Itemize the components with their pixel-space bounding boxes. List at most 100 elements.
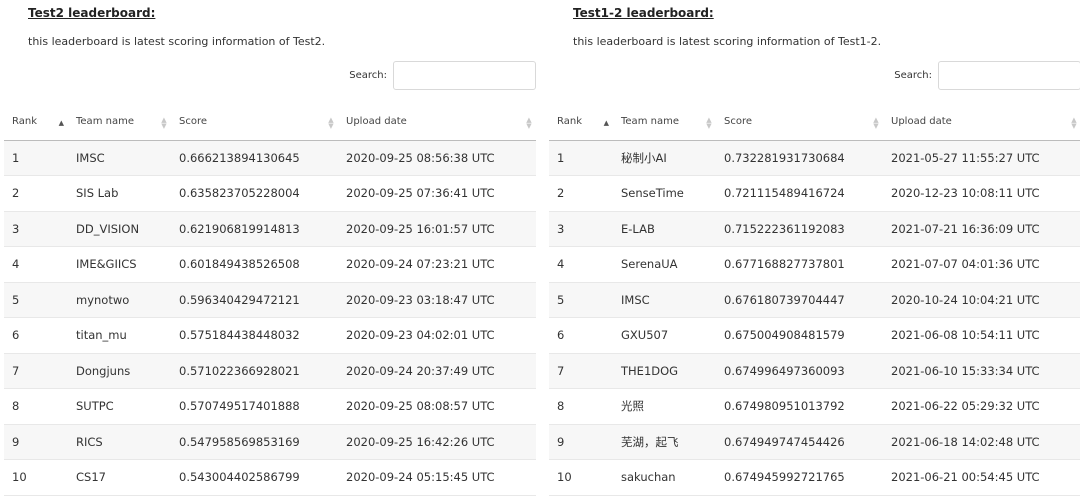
table-body: 1 IMSC 0.666213894130645 2020-09-25 08:56:3… <box>4 140 536 496</box>
cell-upload-date: 2020-09-24 20:37:49 UTC <box>338 353 536 389</box>
cell-score: 0.677168827737801 <box>716 246 883 283</box>
board-title: Test1-2 leaderboard: <box>573 6 714 20</box>
cell-score: 0.543004402586799 <box>171 459 338 496</box>
cell-rank: 6 <box>549 317 613 354</box>
column-header-team-name[interactable]: Team name ▲▼ <box>613 104 716 141</box>
search-label: Search: <box>349 70 387 81</box>
cell-team-name: CS17 <box>68 459 171 496</box>
column-header-label: Upload date <box>346 116 407 128</box>
cell-score: 0.674949747454426 <box>716 424 883 460</box>
table-row: 9 芜湖，起飞 0.674949747454426 2021-06-18 14:02:… <box>549 424 1080 460</box>
cell-team-name: IME&GIICS <box>68 246 171 283</box>
sort-ascending-icon: ▲ <box>603 119 609 127</box>
test1-2-leaderboard-panel: Test1-2 leaderboard: this leaderboard is… <box>549 0 1080 502</box>
cell-team-name: sakuchan <box>613 459 716 496</box>
cell-rank: 3 <box>4 211 68 247</box>
cell-rank: 1 <box>4 140 68 176</box>
cell-team-name: SerenaUA <box>613 246 716 283</box>
column-header-rank[interactable]: Rank ▲ <box>549 104 613 141</box>
table-row: 1 IMSC 0.666213894130645 2020-09-25 08:56:3… <box>4 140 536 176</box>
table-row: 10 CS17 0.543004402586799 2020-09-24 05:15:… <box>4 459 536 496</box>
cell-upload-date: 2020-09-24 05:15:45 UTC <box>338 459 536 496</box>
column-header-rank[interactable]: Rank ▲ <box>4 104 68 141</box>
table-row: 10 sakuchan 0.674945992721765 2021-06-21 00… <box>549 459 1080 496</box>
column-header-team-name[interactable]: Team name ▲▼ <box>68 104 171 141</box>
column-header-score[interactable]: Score ▲▼ <box>171 104 338 141</box>
cell-rank: 10 <box>549 459 613 496</box>
cell-score: 0.715222361192083 <box>716 211 883 247</box>
board-title: Test2 leaderboard: <box>28 6 156 20</box>
cell-score: 0.571022366928021 <box>171 353 338 389</box>
cell-rank: 10 <box>4 459 68 496</box>
cell-upload-date: 2021-06-10 15:33:34 UTC <box>883 353 1080 389</box>
cell-team-name: mynotwo <box>68 282 171 318</box>
cell-team-name: 光照 <box>613 388 716 425</box>
cell-score: 0.601849438526508 <box>171 246 338 283</box>
cell-team-name: SUTPC <box>68 388 171 425</box>
cell-rank: 4 <box>549 246 613 283</box>
cell-rank: 2 <box>549 175 613 212</box>
cell-score: 0.547958569853169 <box>171 424 338 460</box>
cell-upload-date: 2020-09-25 08:08:57 UTC <box>338 388 536 425</box>
table-row: 3 E-LAB 0.715222361192083 2021-07-21 16:36:… <box>549 211 1080 247</box>
cell-score: 0.732281931730684 <box>716 140 883 176</box>
test2-leaderboard-panel: Test2 leaderboard: this leaderboard is l… <box>4 0 536 502</box>
cell-score: 0.596340429472121 <box>171 282 338 318</box>
leaderboard-table: Rank ▲ Team name ▲▼ Score ▲▼ Upload date ▲▼ 1 IM… <box>4 104 536 496</box>
table-row: 4 IME&GIICS 0.601849438526508 2020-09-24 07… <box>4 246 536 283</box>
cell-score: 0.674945992721765 <box>716 459 883 496</box>
cell-rank: 2 <box>4 175 68 212</box>
search-bar: Search: <box>894 61 1080 90</box>
sort-both-icon: ▲▼ <box>160 116 168 128</box>
table-header-row: Rank ▲ Team name ▲▼ Score ▲▼ Upload date ▲▼ <box>4 104 536 141</box>
cell-rank: 8 <box>549 388 613 425</box>
table-body: 1 秘制小AI 0.732281931730684 2021-05-27 11:55:… <box>549 140 1080 496</box>
cell-team-name: 芜湖，起飞 <box>613 424 716 460</box>
cell-upload-date: 2021-06-18 14:02:48 UTC <box>883 424 1080 460</box>
column-header-label: Team name <box>621 116 679 128</box>
cell-team-name: THE1DOG <box>613 353 716 389</box>
cell-team-name: GXU507 <box>613 317 716 354</box>
cell-score: 0.721115489416724 <box>716 175 883 212</box>
search-label: Search: <box>894 70 932 81</box>
column-header-upload-date[interactable]: Upload date ▲▼ <box>883 104 1080 141</box>
cell-score: 0.575184438448032 <box>171 317 338 354</box>
table-row: 2 SIS Lab 0.635823705228004 2020-09-25 07:3… <box>4 175 536 212</box>
table-row: 9 RICS 0.547958569853169 2020-09-25 16:42:2… <box>4 424 536 460</box>
table-row: 8 光照 0.674980951013792 2021-06-22 05:29:32 … <box>549 388 1080 425</box>
search-bar: Search: <box>349 61 536 90</box>
cell-team-name: RICS <box>68 424 171 460</box>
board-description: this leaderboard is latest scoring infor… <box>573 35 882 48</box>
cell-score: 0.570749517401888 <box>171 388 338 425</box>
table-row: 5 IMSC 0.676180739704447 2020-10-24 10:04:2… <box>549 282 1080 318</box>
cell-rank: 5 <box>4 282 68 318</box>
cell-upload-date: 2020-09-25 16:01:57 UTC <box>338 211 536 247</box>
cell-score: 0.676180739704447 <box>716 282 883 318</box>
column-header-label: Upload date <box>891 116 952 128</box>
cell-upload-date: 2020-09-25 16:42:26 UTC <box>338 424 536 460</box>
column-header-upload-date[interactable]: Upload date ▲▼ <box>338 104 536 141</box>
cell-score: 0.621906819914813 <box>171 211 338 247</box>
board-description: this leaderboard is latest scoring infor… <box>28 35 326 48</box>
table-row: 7 THE1DOG 0.674996497360093 2021-06-10 15:3… <box>549 353 1080 389</box>
table-row: 7 Dongjuns 0.571022366928021 2020-09-24 20:… <box>4 353 536 389</box>
cell-team-name: SenseTime <box>613 175 716 212</box>
cell-rank: 9 <box>4 424 68 460</box>
cell-score: 0.674996497360093 <box>716 353 883 389</box>
search-input[interactable] <box>393 61 536 90</box>
column-header-score[interactable]: Score ▲▼ <box>716 104 883 141</box>
column-header-label: Score <box>179 116 208 128</box>
cell-upload-date: 2021-06-22 05:29:32 UTC <box>883 388 1080 425</box>
search-input[interactable] <box>938 61 1080 90</box>
column-header-label: Rank <box>12 116 37 128</box>
cell-team-name: IMSC <box>68 140 171 176</box>
cell-rank: 5 <box>549 282 613 318</box>
cell-upload-date: 2020-12-23 10:08:11 UTC <box>883 175 1080 212</box>
column-header-label: Rank <box>557 116 582 128</box>
cell-team-name: SIS Lab <box>68 175 171 212</box>
cell-team-name: Dongjuns <box>68 353 171 389</box>
table-row: 8 SUTPC 0.570749517401888 2020-09-25 08:08:… <box>4 388 536 425</box>
cell-upload-date: 2020-09-24 07:23:21 UTC <box>338 246 536 283</box>
table-row: 3 DD_VISION 0.621906819914813 2020-09-25 16… <box>4 211 536 247</box>
cell-team-name: IMSC <box>613 282 716 318</box>
